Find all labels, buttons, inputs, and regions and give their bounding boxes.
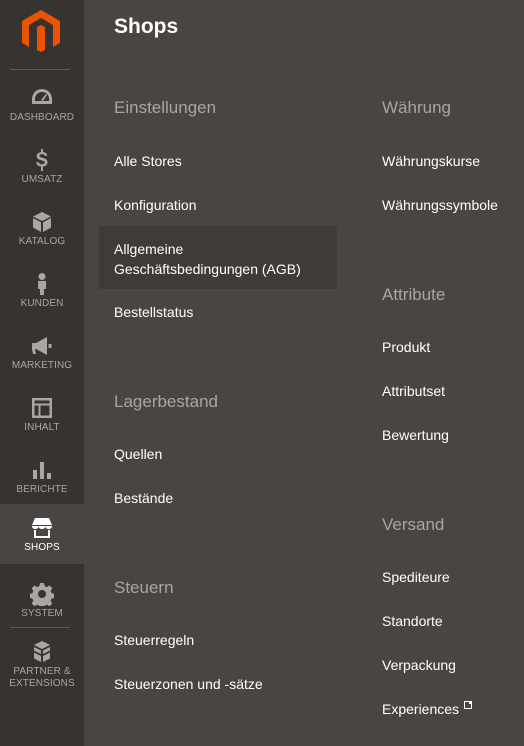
nav-item-kunden[interactable]: KUNDEN: [0, 260, 84, 322]
link-experiences[interactable]: Experiences: [382, 699, 473, 719]
nav-item-berichte[interactable]: BERICHTE: [0, 446, 84, 508]
link-bestaende[interactable]: Bestände: [114, 488, 173, 508]
section-title-einstellungen: Einstellungen: [114, 98, 217, 117]
nav-label: DASHBOARD: [9, 112, 75, 123]
link-waehrungssymbole[interactable]: Währungssymbole: [382, 195, 498, 215]
nav-item-shops[interactable]: SHOPS: [0, 504, 84, 564]
layout-icon: [32, 398, 52, 418]
section-title-lagerbestand: Lagerbestand: [114, 392, 218, 411]
link-agb-line1: Allgemeine: [114, 241, 184, 257]
person-icon: [38, 273, 46, 295]
dollar-icon: [36, 149, 48, 171]
external-link-icon: [464, 701, 473, 709]
nav-item-inhalt[interactable]: INHALT: [0, 384, 84, 446]
nav-label: MARKETING: [11, 360, 73, 371]
nav-item-dashboard[interactable]: DASHBOARD: [0, 74, 84, 136]
link-quellen[interactable]: Quellen: [114, 444, 162, 464]
nav-divider: [10, 627, 70, 628]
magento-logo-icon[interactable]: [22, 10, 60, 52]
nav-item-partner-extensions[interactable]: PARTNER & EXTENSIONS: [0, 632, 84, 702]
section-title-versand: Versand: [382, 515, 445, 534]
nav-item-katalog[interactable]: KATALOG: [0, 198, 84, 260]
link-alle-stores[interactable]: Alle Stores: [114, 151, 182, 171]
nav-label: UMSATZ: [21, 174, 63, 185]
nav-label: SYSTEM: [21, 608, 63, 619]
nav-divider: [10, 69, 70, 70]
cube-icon: [33, 212, 51, 232]
link-agb-line2: Geschäftsbedingungen (AGB): [114, 261, 301, 277]
link-agb[interactable]: Allgemeine Geschäftsbedingungen (AGB): [114, 239, 301, 279]
gauge-icon: [32, 89, 52, 104]
nav-label: INHALT: [24, 422, 60, 433]
nav-item-system[interactable]: SYSTEM: [0, 570, 84, 632]
nav-label: BERICHTE: [16, 484, 68, 495]
admin-sidebar: DASHBOARD UMSATZ KATALOG KUNDEN MARKETIN…: [0, 0, 84, 746]
link-produkt[interactable]: Produkt: [382, 337, 430, 357]
link-bewertung[interactable]: Bewertung: [382, 425, 449, 445]
store-icon: [32, 518, 52, 538]
nav-label: SHOPS: [24, 542, 60, 553]
link-konfiguration[interactable]: Konfiguration: [114, 195, 197, 215]
nav-item-umsatz[interactable]: UMSATZ: [0, 136, 84, 198]
nav-label: KATALOG: [18, 236, 66, 247]
link-spediteure[interactable]: Spediteure: [382, 567, 450, 587]
link-steuerzonen[interactable]: Steuerzonen und -sätze: [114, 674, 263, 694]
nav-label: EXTENSIONS: [9, 678, 75, 689]
blocks-icon: [34, 641, 50, 662]
link-waehrungskurse[interactable]: Währungskurse: [382, 151, 480, 171]
link-attributset[interactable]: Attributset: [382, 381, 445, 401]
bar-chart-icon: [33, 462, 51, 479]
gear-icon: [30, 583, 54, 606]
link-bestellstatus[interactable]: Bestellstatus: [114, 302, 193, 322]
link-verpackung[interactable]: Verpackung: [382, 655, 456, 675]
section-title-waehrung: Währung: [382, 98, 451, 117]
section-title-steuern: Steuern: [114, 578, 174, 597]
link-steuerregeln[interactable]: Steuerregeln: [114, 630, 194, 650]
nav-label: PARTNER &: [13, 666, 71, 677]
link-experiences-label: Experiences: [382, 701, 460, 717]
megaphone-icon: [32, 337, 52, 355]
section-title-attribute: Attribute: [382, 285, 446, 304]
nav-item-marketing[interactable]: MARKETING: [0, 322, 84, 384]
page-title: Shops: [114, 15, 179, 38]
link-standorte[interactable]: Standorte: [382, 611, 443, 631]
nav-label: KUNDEN: [20, 298, 64, 309]
